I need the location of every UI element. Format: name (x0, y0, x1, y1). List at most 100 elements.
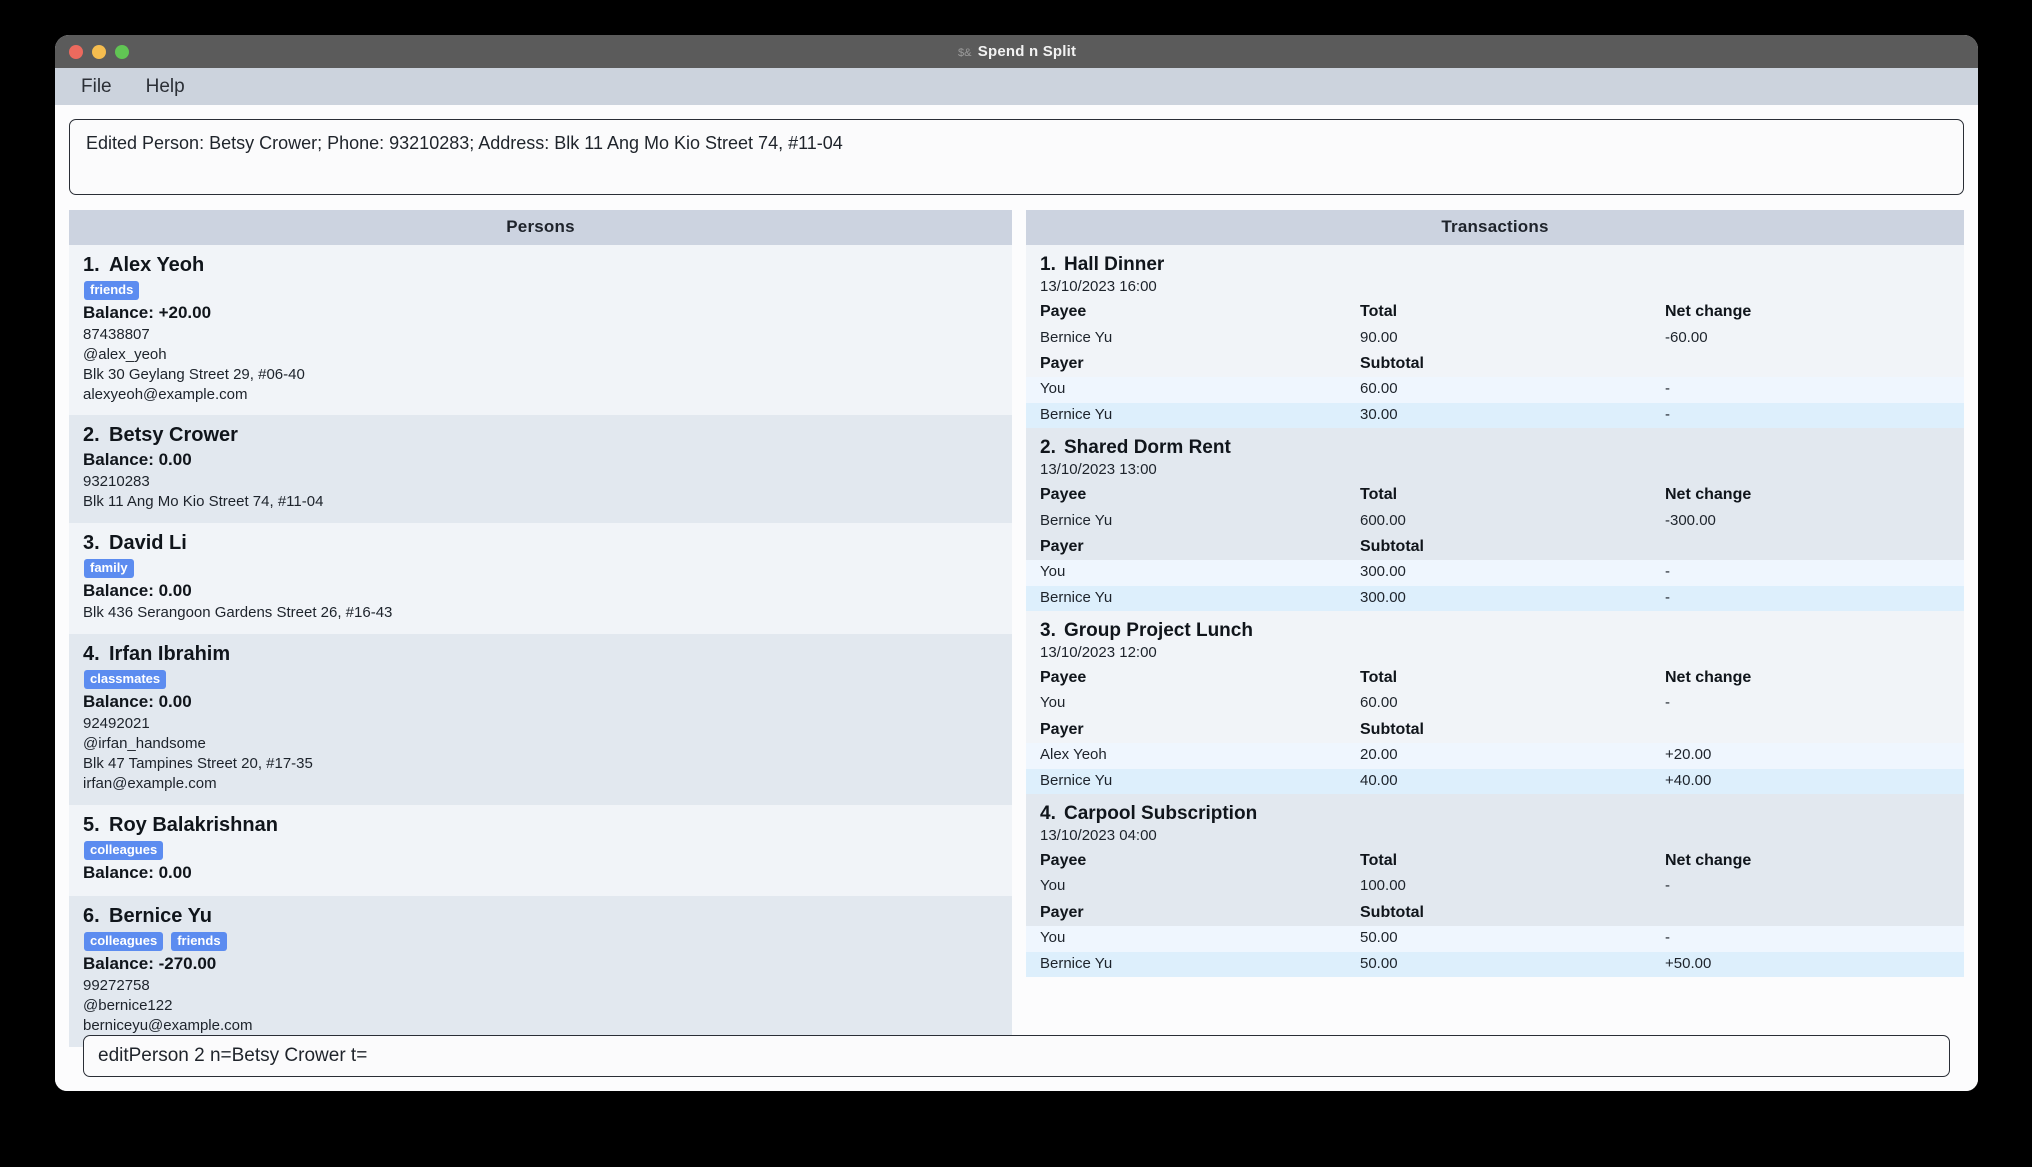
person-name: Alex Yeoh (109, 254, 205, 276)
person-balance: Balance: 0.00 (83, 450, 192, 470)
person-balance: Balance: 0.00 (83, 581, 192, 601)
persons-list: 1. Alex Yeoh friends Balance: +20.00 8743880… (69, 245, 1012, 1047)
person-detail: Blk 436 Serangoon Gardens Street 26, #16… (83, 604, 393, 622)
person-tag-row: classmates (84, 670, 998, 690)
payee-name: You (1040, 877, 1066, 895)
person-name: Roy Balakrishnan (109, 813, 278, 836)
payer-row: Bernice Yu 30.00 - (1026, 402, 1964, 428)
total-column-header: Total (1360, 668, 1398, 686)
person-index: 1. (83, 254, 100, 276)
payer-header-spacer (1665, 353, 1950, 375)
person-detail: Blk 11 Ang Mo Kio Street 74, #11-04 (83, 493, 324, 511)
payer-net-change: +20.00 (1665, 746, 1712, 764)
transaction-title: 4. Carpool Subscription (1026, 803, 1964, 825)
transaction-datetime: 13/10/2023 12:00 (1040, 643, 1157, 661)
payee-column-header: Payee (1040, 851, 1087, 869)
transaction-card[interactable]: 1. Hall Dinner 13/10/2023 16:00 Payee Total N… (1026, 245, 1964, 428)
payer-subtotal: 50.00 (1360, 929, 1398, 947)
transaction-index: 3. (1040, 619, 1056, 641)
payee-net-change: -300.00 (1665, 511, 1716, 529)
app-icon: $&Y (957, 44, 979, 59)
payer-header-spacer (1665, 902, 1950, 924)
close-button[interactable] (69, 44, 83, 59)
payee-row: Bernice Yu 90.00 -60.00 (1026, 326, 1964, 351)
payer-header-spacer (1665, 536, 1950, 558)
payee-name: Bernice Yu (1040, 328, 1113, 346)
person-card[interactable]: 1. Alex Yeoh friends Balance: +20.00 8743880… (69, 245, 1012, 416)
payer-net-change: +50.00 (1665, 954, 1712, 972)
payer-name: Bernice Yu (1040, 954, 1113, 972)
persons-panel: Persons 1. Alex Yeoh friends Balance: +20.0… (69, 210, 1012, 1047)
payee-header-row: Payee Total Net change (1026, 848, 1964, 875)
transaction-datetime: 13/10/2023 04:00 (1040, 826, 1157, 844)
payee-total: 100.00 (1360, 877, 1406, 895)
person-detail: irfan@example.com (83, 774, 217, 792)
command-bar (69, 1023, 1964, 1091)
person-card[interactable]: 4. Irfan Ibrahim classmates Balance: 0.00 92… (69, 634, 1012, 805)
net-change-column-header: Net change (1665, 668, 1752, 686)
person-index: 5. (83, 813, 100, 836)
payer-subtotal: 40.00 (1360, 771, 1398, 789)
person-name: David Li (109, 532, 187, 555)
panels-region: Persons 1. Alex Yeoh friends Balance: +20.0… (69, 210, 1964, 1047)
payer-net-change: - (1665, 929, 1670, 947)
window-title-group: $&Y Spend n Split (55, 43, 1978, 60)
person-card[interactable]: 5. Roy Balakrishnan colleagues Balance: 0.0… (69, 804, 1012, 896)
net-change-column-header: Net change (1665, 485, 1752, 503)
net-change-column-header: Net change (1665, 303, 1752, 320)
person-card[interactable]: 3. David Li family Balance: 0.00 Blk 436 Ser… (69, 523, 1012, 635)
payer-header-row: Payer Subtotal (1026, 351, 1964, 378)
payer-name: You (1040, 563, 1066, 581)
transaction-title: 3. Group Project Lunch (1026, 620, 1964, 642)
payer-column-header: Payer (1040, 720, 1084, 738)
payee-column-header: Payee (1040, 485, 1087, 503)
person-tag-row: family (84, 559, 998, 579)
person-tag-row: colleagues (84, 840, 998, 860)
payee-net-change: - (1665, 694, 1670, 712)
payee-net-change: - (1665, 877, 1670, 895)
payer-name: You (1040, 380, 1066, 398)
payee-header-row: Payee Total Net change (1026, 665, 1964, 692)
payer-name: Bernice Yu (1040, 771, 1113, 789)
payee-row: You 100.00 - (1026, 874, 1964, 899)
menu-help[interactable]: Help (134, 74, 197, 100)
payer-subtotal: 60.00 (1360, 380, 1398, 398)
person-name: Irfan Ibrahim (109, 643, 231, 666)
title-bar: $&Y Spend n Split (55, 35, 1978, 68)
payer-name: Alex Yeoh (1040, 746, 1107, 764)
payer-header-row: Payer Subtotal (1026, 900, 1964, 927)
payee-column-header: Payee (1040, 668, 1087, 686)
person-detail: Blk 47 Tampines Street 20, #17-35 (83, 755, 313, 773)
person-balance: Balance: +20.00 (83, 303, 212, 323)
payer-subtotal: 300.00 (1360, 563, 1406, 581)
transaction-card[interactable]: 3. Group Project Lunch 13/10/2023 12:00 Pay… (1026, 610, 1964, 794)
person-name: Betsy Crower (109, 424, 238, 447)
payee-name: Bernice Yu (1040, 511, 1113, 529)
transaction-card[interactable]: 2. Shared Dorm Rent 13/10/2023 13:00 Payee T… (1026, 427, 1964, 611)
net-change-column-header: Net change (1665, 851, 1752, 869)
payer-subtotal: 300.00 (1360, 588, 1406, 606)
person-title: 1. Alex Yeoh (83, 254, 998, 277)
transaction-datetime: 13/10/2023 13:00 (1040, 460, 1157, 478)
person-detail: alexyeoh@example.com (83, 385, 248, 403)
person-tag: colleagues (84, 931, 164, 952)
person-detail: 92492021 (83, 715, 150, 733)
person-tag-row: friends (84, 281, 998, 301)
minimize-button[interactable] (92, 44, 106, 59)
subtotal-column-header: Subtotal (1360, 720, 1424, 738)
transaction-name: Shared Dorm Rent (1064, 436, 1231, 458)
person-card[interactable]: 2. Betsy Crower Balance: 0.00 93210283 Blk 1… (69, 415, 1012, 524)
person-balance: Balance: 0.00 (83, 692, 192, 712)
total-column-header: Total (1360, 851, 1398, 869)
payer-column-header: Payer (1040, 354, 1084, 372)
person-index: 4. (83, 643, 100, 666)
transaction-name: Carpool Subscription (1064, 802, 1258, 824)
menu-file[interactable]: File (69, 74, 124, 100)
zoom-button[interactable] (115, 44, 129, 59)
person-title: 2. Betsy Crower (83, 424, 998, 447)
command-input[interactable] (83, 1035, 1950, 1077)
person-balance: Balance: 0.00 (83, 862, 192, 882)
payee-header-row: Payee Total Net change (1026, 482, 1964, 509)
transaction-card[interactable]: 4. Carpool Subscription 13/10/2023 04:00 Pa… (1026, 793, 1964, 977)
payer-name: Bernice Yu (1040, 405, 1113, 423)
